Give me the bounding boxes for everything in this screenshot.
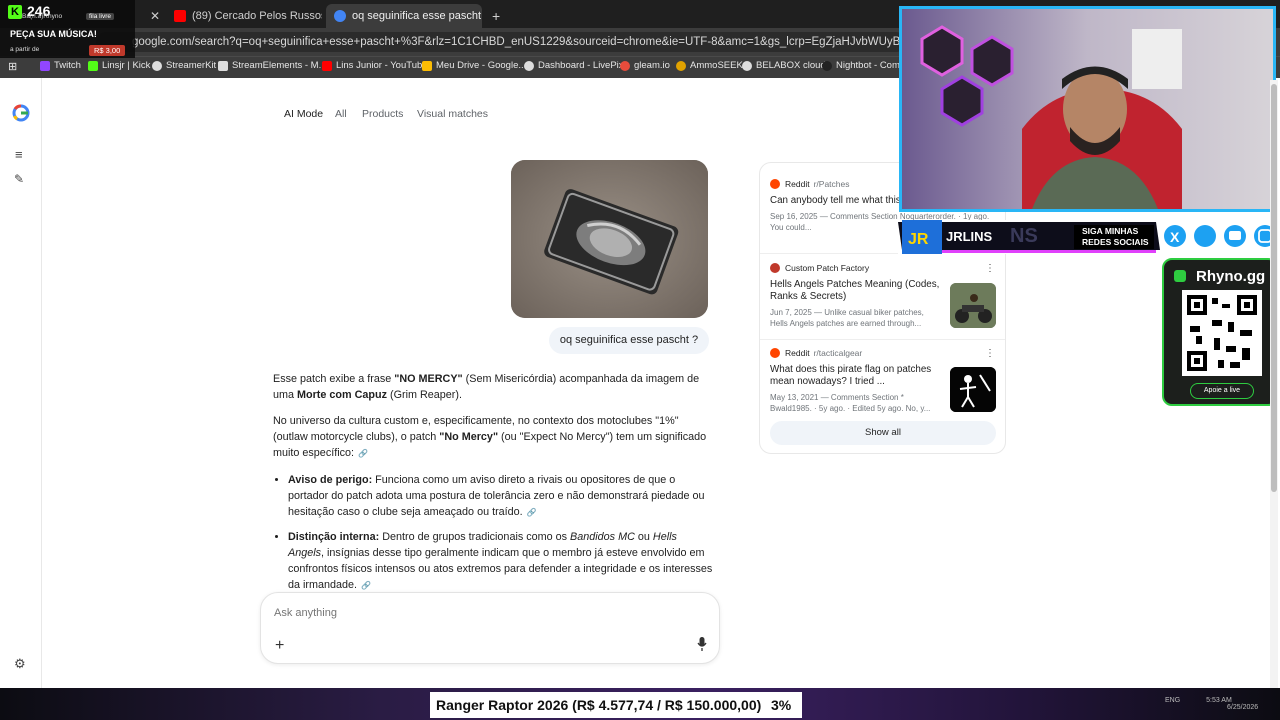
more-options-icon[interactable]: ⋮	[985, 348, 995, 359]
youtube-icon	[1226, 225, 1246, 247]
bookmark-streamerkit[interactable]: StreamerKit	[152, 60, 216, 71]
show-all-button[interactable]: Show all	[770, 421, 996, 445]
svg-text:JR: JR	[908, 231, 929, 248]
left-rail: ≡ ✎ ⚙	[0, 78, 42, 688]
kick-overlay: K 246 Ba(rl.a)Rhyno fila livre PEÇA SUA …	[0, 0, 135, 58]
user-query-bubble: oq seguinifica esse pascht ?	[549, 327, 709, 354]
query-patch-image[interactable]	[511, 160, 708, 318]
ask-input[interactable]	[274, 607, 674, 619]
source-meta: May 13, 2021 — Comments Section * Bwald1…	[770, 393, 931, 413]
queue-badge: fila livre	[86, 13, 115, 20]
donation-goal-ticker: Ranger Raptor 2026 (R$ 4.577,74 / R$ 150…	[0, 688, 1280, 720]
language-indicator: ENG	[1165, 697, 1181, 704]
support-live-button: Apoie a live	[1190, 383, 1254, 399]
answer-bullet-1: Aviso de perigo: Funciona como um aviso …	[288, 472, 713, 521]
reddit-icon	[770, 348, 780, 358]
youtube-icon	[322, 60, 332, 71]
source-title: Hells Angels Patches Meaning (Codes, Ran…	[770, 279, 940, 302]
menu-icon[interactable]: ≡	[15, 147, 23, 162]
answer-paragraph-1: Esse patch exibe a frase "NO MERCY" (Sem…	[273, 373, 700, 401]
reddit-icon	[770, 179, 780, 189]
globe-icon	[524, 60, 534, 71]
bookmark-ammoseek[interactable]: AmmoSEEK	[676, 60, 743, 71]
nightbot-icon	[822, 60, 832, 71]
music-request-headline: PEÇA SUA MÚSICA!	[10, 29, 97, 39]
tab-close-1[interactable]: ✕	[136, 4, 164, 28]
pirate-flag-thumbnail[interactable]	[950, 367, 996, 412]
source-title: What does this pirate flag on patches me…	[770, 364, 932, 387]
ammoseek-icon	[676, 60, 686, 71]
apps-icon[interactable]: ⊞	[8, 60, 17, 73]
price-from-label: a partir de	[10, 46, 40, 53]
goal-label: Ranger Raptor 2026 (R$ 4.577,74 / R$ 150…	[430, 692, 802, 718]
motorcycle-thumbnail[interactable]	[950, 283, 996, 328]
new-tab-button[interactable]: +	[484, 4, 504, 28]
clock-date: 6/25/2026	[1227, 704, 1259, 711]
globe-icon	[742, 60, 752, 71]
kick-row-text: Ba(rl.a)Rhyno	[22, 13, 63, 20]
goal-percent: 3%	[771, 697, 792, 713]
tab-google-active[interactable]: oq seguinifica esse pascht ? ✕	[326, 4, 482, 28]
heart-icon	[1174, 270, 1186, 282]
bookmark-youtube[interactable]: Lins Junior - YouTube	[322, 60, 428, 71]
link-icon[interactable]: 🔗	[527, 505, 537, 521]
bookmark-belabox[interactable]: BELABOX cloud	[742, 60, 826, 71]
twitch-icon	[40, 60, 50, 71]
globe-icon	[152, 60, 162, 71]
social-label-1: SIGA MINHAS	[1082, 226, 1139, 236]
microphone-icon[interactable]	[697, 637, 707, 651]
bookmark-gleam[interactable]: gleam.io	[620, 60, 670, 71]
bookmark-drive[interactable]: Meu Drive - Google...	[422, 60, 526, 71]
ai-answer: Esse patch exibe a frase "NO MERCY" (Sem…	[273, 371, 713, 602]
system-tray: ENG 5:53 AM 6/25/2026	[1165, 697, 1258, 711]
price-badge: R$ 3,00	[89, 45, 126, 56]
rhyno-qr-card: Rhyno.gg Apoie a live	[1162, 258, 1278, 406]
rhyno-title: Rhyno.gg	[1196, 268, 1266, 285]
tab-ai-mode[interactable]: AI Mode	[284, 108, 323, 120]
new-chat-icon[interactable]: ✎	[14, 172, 24, 186]
bookmark-livepix[interactable]: Dashboard - LivePix	[524, 60, 624, 71]
google-logo-icon[interactable]	[12, 104, 30, 122]
source-meta: Jun 7, 2025 — Unlike casual biker patche…	[770, 308, 924, 328]
plus-icon[interactable]: +	[275, 637, 284, 655]
scrollbar-thumb[interactable]	[1271, 84, 1277, 492]
google-icon	[334, 10, 346, 22]
answer-bullet-2: Distinção interna: Dentro de grupos trad…	[288, 529, 713, 594]
more-options-icon[interactable]: ⋮	[985, 263, 995, 274]
social-bar: JR NS X JRLINS SIGA MINHAS REDES SOCIAIS	[898, 220, 1280, 254]
kick-icon	[88, 60, 98, 71]
tab-all[interactable]: All	[335, 108, 347, 120]
streamelements-icon	[218, 60, 228, 71]
link-icon[interactable]: 🔗	[358, 446, 368, 462]
drive-icon	[422, 60, 432, 71]
patch-factory-icon	[770, 263, 780, 273]
tab-visual-matches[interactable]: Visual matches	[417, 108, 488, 120]
bookmark-streamelements[interactable]: StreamElements - M...	[218, 60, 327, 71]
bookmark-twitch[interactable]: Twitch	[40, 60, 81, 71]
social-label-2: REDES SOCIAIS	[1082, 237, 1149, 247]
tiktok-icon	[1196, 225, 1216, 247]
bookmark-kick[interactable]: Linsjr | Kick	[88, 60, 150, 71]
webcam-feed	[899, 6, 1276, 212]
kick-logo-icon: K	[8, 5, 22, 19]
svg-text:NS: NS	[1010, 225, 1038, 247]
youtube-icon	[174, 10, 186, 22]
tab-youtube[interactable]: (89) Cercado Pelos Russos Esse... ✕	[166, 4, 322, 28]
streamer-name: JRLINS	[946, 229, 993, 244]
url-field[interactable]: google.com/search?q=oq+seguinifica+esse+…	[96, 32, 906, 52]
settings-gear-icon[interactable]: ⚙	[14, 656, 26, 672]
clock-time: 5:53 AM	[1206, 697, 1232, 704]
x-twitter-icon	[1166, 225, 1186, 247]
qr-code-icon	[1182, 290, 1262, 376]
ask-box: +	[260, 592, 720, 664]
answer-paragraph-2: No universo da cultura custom e, especif…	[273, 413, 713, 462]
tab-products[interactable]: Products	[362, 108, 403, 120]
gleam-icon	[620, 60, 630, 71]
